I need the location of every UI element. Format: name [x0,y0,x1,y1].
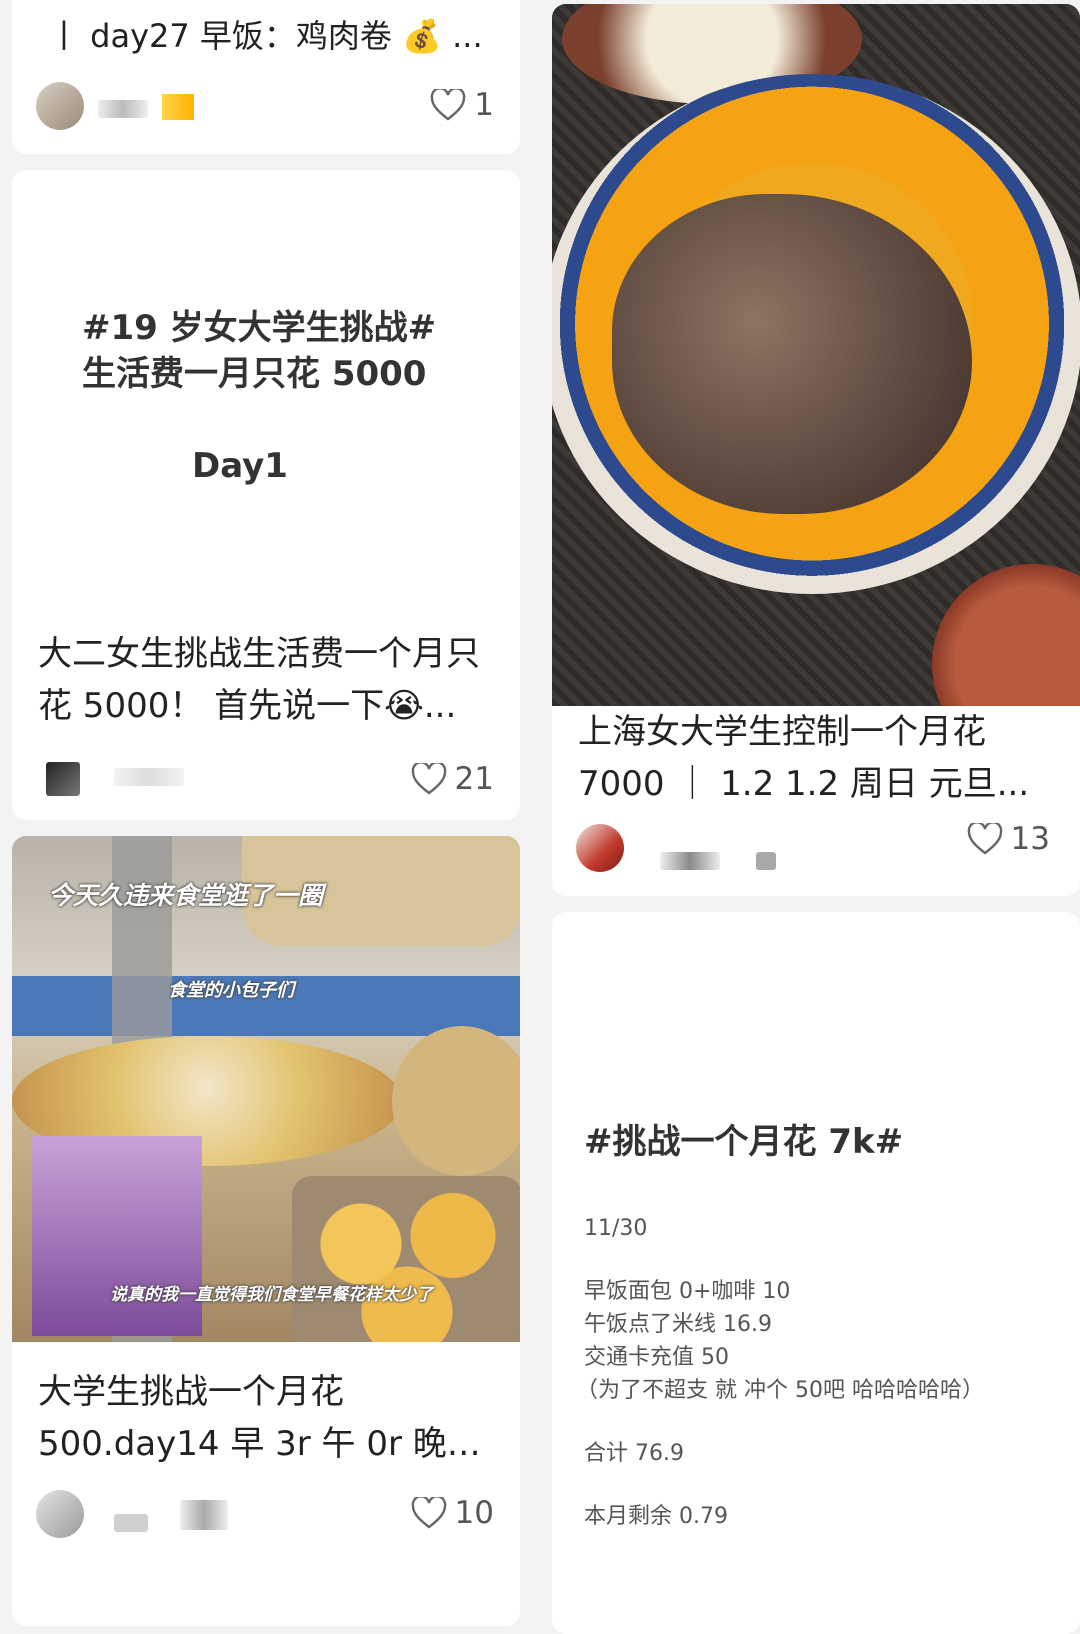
heart-outline-icon [430,89,466,121]
heart-outline-icon [411,763,446,795]
avatar[interactable] [46,762,80,796]
cover-line-3: Day1 [192,446,288,486]
like-button[interactable]: 21 [411,754,494,804]
cover-line-2: 生活费一月只花 5000 [82,354,427,394]
avatar[interactable] [576,824,624,872]
like-button[interactable]: 1 [430,80,494,130]
author-row: 13 [552,821,1080,876]
note-title: 丨 day27 早饭：鸡肉卷 💰 ... [48,17,483,55]
log-line-lunch: 午饭点了米线 16.9 [584,1312,772,1337]
cover-photo [552,4,1080,706]
overlay-caption-top: 今天久违来食堂逛了一圈 [48,881,324,910]
author-name-blurred [114,768,184,786]
log-line-breakfast: 早饭面包 0+咖啡 10 [584,1279,791,1304]
note-card-7k-log[interactable]: #挑战一个月花 7k# 11/30 早饭面包 0+咖啡 10 午饭点了米线 16… [552,912,1080,1634]
like-button[interactable]: 13 [967,814,1050,864]
avatar[interactable] [36,1490,84,1538]
expense-log: 11/30 早饭面包 0+咖啡 10 午饭点了米线 16.9 交通卡充值 50 … [576,1212,1054,1533]
log-total: 合计 76.9 [584,1441,684,1466]
cover-photo: 今天久违来食堂逛了一圈 食堂的小包子们 说真的我一直觉得我们食堂早餐花样太少了 [12,836,520,1342]
author-badge-blurred [756,852,776,870]
author-name-blurred [114,1514,148,1532]
note-card-day27[interactable]: 丨 day27 早饭：鸡肉卷 💰 ... 1 [12,0,520,154]
author-badge-blurred [180,1500,228,1530]
log-line-transit: 交通卡充值 50 [584,1345,729,1370]
heart-outline-icon [967,823,1002,855]
cover-title: #挑战一个月花 7k# [584,1122,904,1162]
overlay-caption-bottom: 说真的我一直觉得我们食堂早餐花样太少了 [110,1285,433,1305]
note-title: 大学生挑战一个月花 500.day14 早 3r 午 0r 晚 0r... [38,1372,447,1464]
note-title: 上海女大学生控制一个月花 7000 ｜ 1.2 1.2 周日 元旦... [578,712,1030,804]
like-count: 21 [454,761,494,797]
note-feed: 丨 day27 早饭：鸡肉卷 💰 ... 1 #19 岁女大学生挑战# 生活费一… [0,0,1080,1634]
avatar[interactable] [36,82,84,130]
log-remaining: 本月剩余 0.79 [584,1504,728,1529]
log-line-note: （为了不超支 就 冲个 50吧 哈哈哈哈哈） [576,1378,984,1403]
like-button[interactable]: 10 [411,1488,494,1538]
overlay-caption-mid: 食堂的小包子们 [168,980,294,1001]
author-name-blurred [98,100,148,118]
author-row: 21 [12,754,520,804]
note-card-canteen[interactable]: 今天久违来食堂逛了一圈 食堂的小包子们 说真的我一直觉得我们食堂早餐花样太少了 … [12,836,520,1626]
sesame-balls-shape [292,1176,520,1342]
drink-pouch-shape [32,1136,202,1336]
author-name-blurred [660,852,720,870]
steamer-right-shape [392,1026,520,1176]
heart-outline-icon [411,1497,446,1529]
text-cover: #19 岁女大学生挑战# 生活费一月只花 5000 Day1 [12,170,520,610]
author-row: 1 [12,80,520,130]
like-count: 1 [474,87,494,123]
cover-line-1: #19 岁女大学生挑战# [82,308,437,348]
author-badge [162,94,194,120]
log-date: 11/30 [584,1216,648,1241]
note-title: 大二女生挑战生活费一个月只花 5000！ 首先说一下😭... [38,634,480,726]
like-count: 13 [1010,821,1050,857]
like-count: 10 [454,1495,494,1531]
note-card-5000-challenge[interactable]: #19 岁女大学生挑战# 生活费一月只花 5000 Day1 大二女生挑战生活费… [12,170,520,820]
author-row: 10 [12,1488,520,1538]
note-card-7000-shanghai[interactable]: 上海女大学生控制一个月花 7000 ｜ 1.2 1.2 周日 元旦... 13 [552,4,1080,896]
